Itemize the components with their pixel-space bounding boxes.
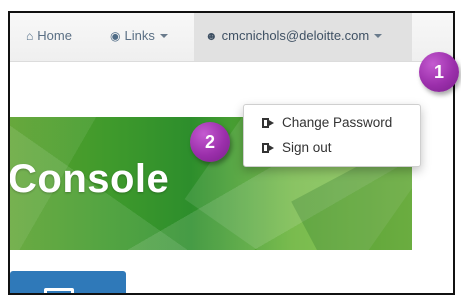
image-icon	[44, 288, 74, 293]
chevron-down-icon	[374, 33, 383, 38]
sign-out-icon	[262, 142, 274, 154]
nav-links-label: Links	[124, 28, 155, 43]
change-password-label: Change Password	[282, 115, 393, 130]
banner-title: Console	[10, 157, 170, 201]
nav-home-link[interactable]: ⌂ Home	[26, 28, 72, 43]
nav-links-dropdown[interactable]: ◉ Links	[110, 28, 168, 43]
user-menu-toggle[interactable]: ☻ cmcnichols@deloitte.com	[205, 28, 383, 43]
user-email: cmcnichols@deloitte.com	[221, 28, 370, 43]
home-icon: ⌂	[26, 28, 34, 43]
sign-out-icon	[262, 117, 274, 129]
app-tile[interactable]	[10, 271, 126, 293]
top-navbar: ⌂ Home ◉ Links ☻ cmcnichols@deloitte.com	[10, 13, 453, 62]
callout-marker-1: 1	[419, 52, 459, 92]
change-password-menu-item[interactable]: Change Password	[262, 115, 392, 130]
user-circle-icon: ☻	[205, 28, 218, 43]
nav-home-label: Home	[37, 28, 72, 43]
sign-out-label: Sign out	[282, 140, 332, 155]
chevron-down-icon	[159, 33, 168, 38]
page-frame: ⌂ Home ◉ Links ☻ cmcnichols@deloitte.com…	[0, 0, 461, 298]
screenshot-region: ⌂ Home ◉ Links ☻ cmcnichols@deloitte.com…	[8, 11, 455, 295]
sign-out-menu-item[interactable]: Sign out	[262, 140, 332, 155]
globe-icon: ◉	[110, 28, 121, 43]
user-dropdown-menu: Change Password Sign out	[243, 104, 421, 167]
callout-marker-2: 2	[190, 122, 230, 162]
